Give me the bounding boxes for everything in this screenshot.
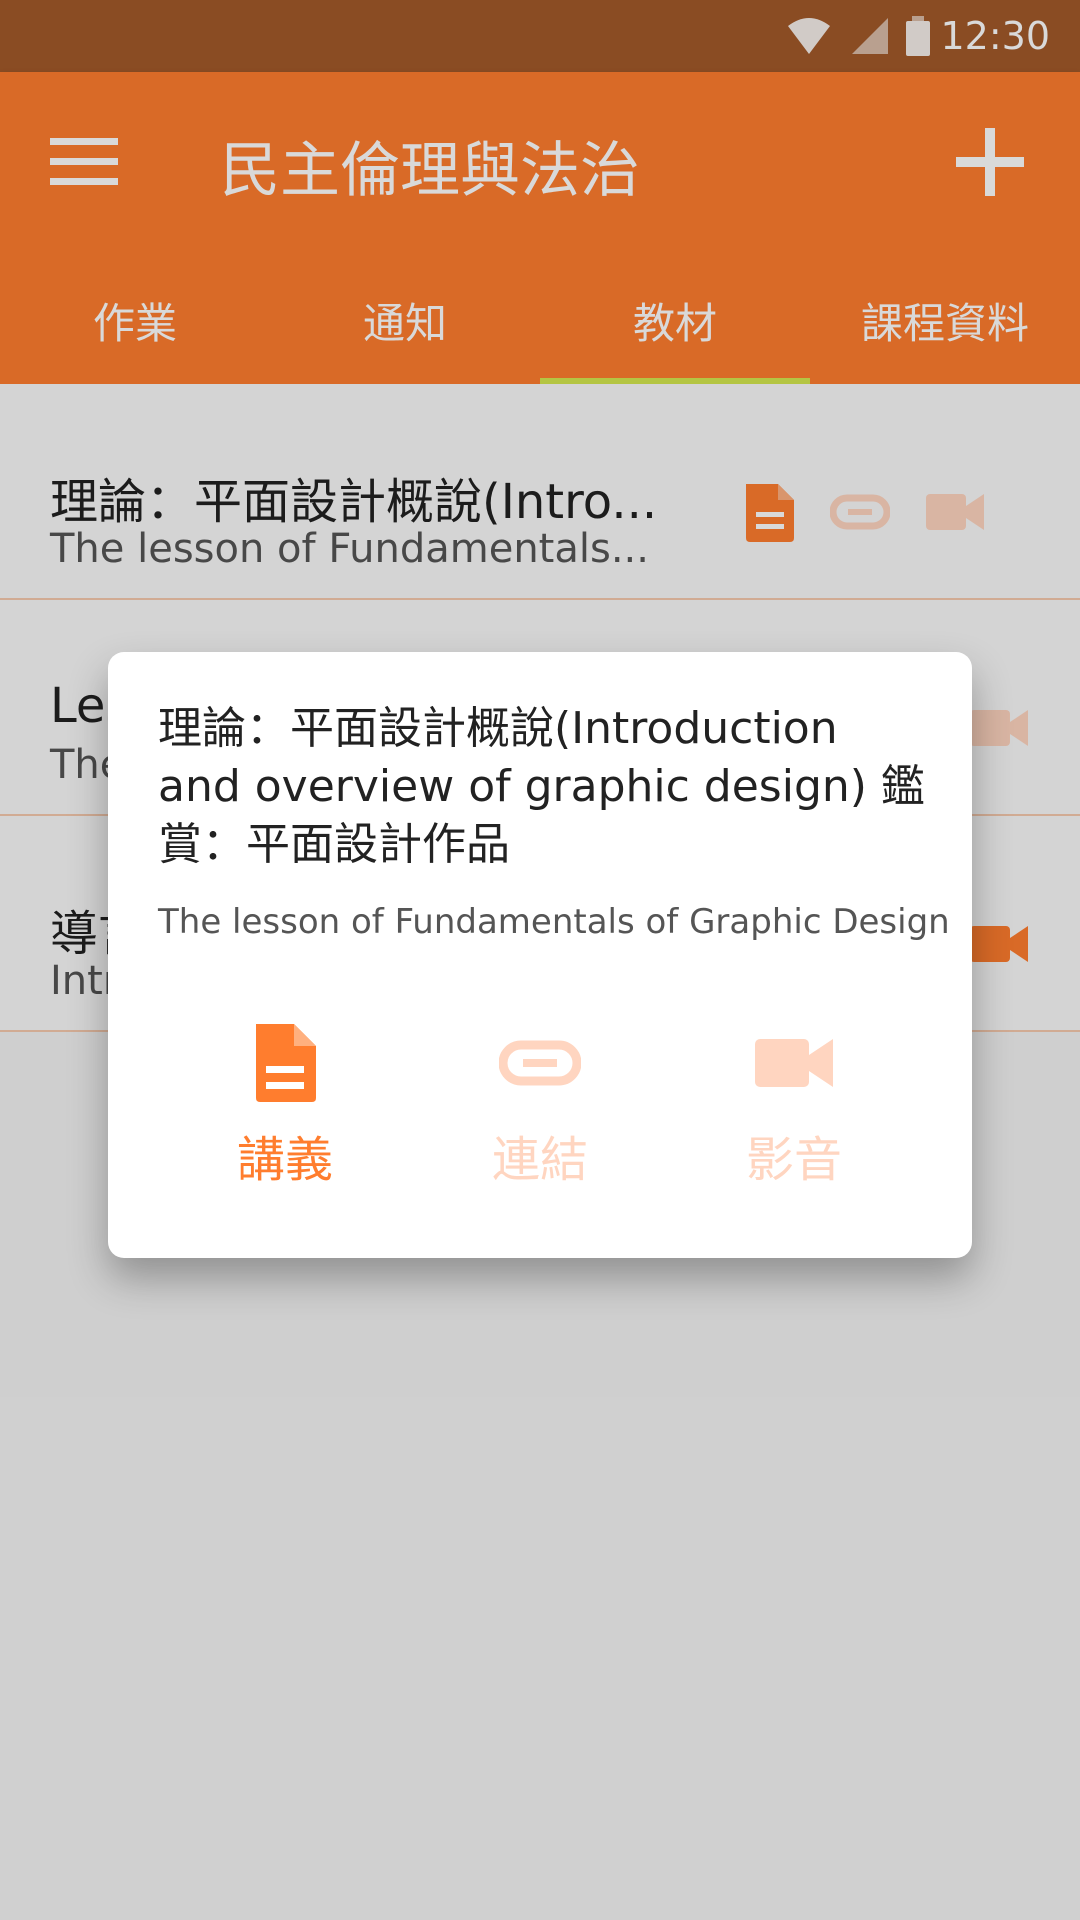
link-icon: [499, 1040, 581, 1086]
video-button[interactable]: 影音: [694, 1022, 894, 1202]
link-button[interactable]: 連結: [440, 1022, 640, 1202]
dialog-title: 理論：平面設計概說(Introduction and overview of g…: [158, 703, 925, 870]
handout-button[interactable]: 講義: [185, 1022, 385, 1202]
document-icon: [256, 1024, 316, 1102]
video-icon: [755, 1039, 833, 1087]
video-label: 影音: [745, 1132, 842, 1188]
material-dialog: 理論：平面設計概說(Introduction and overview of g…: [108, 652, 972, 1258]
handout-label: 講義: [236, 1132, 333, 1188]
dialog-subtitle: The lesson of Fundamentals of Graphic De…: [158, 902, 950, 942]
link-label: 連結: [491, 1132, 588, 1188]
